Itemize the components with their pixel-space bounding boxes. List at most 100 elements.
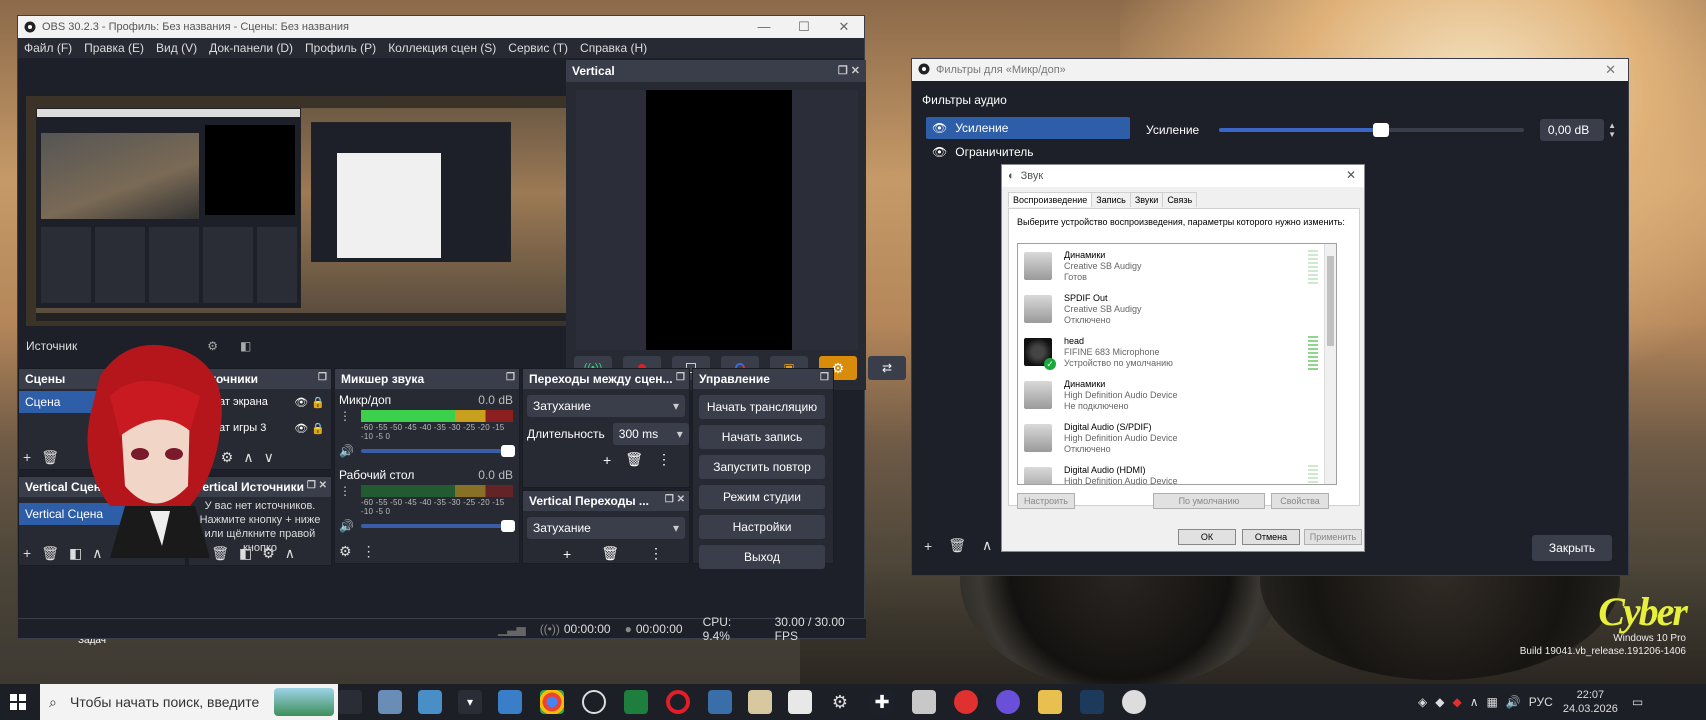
obs-titlebar[interactable]: OBS 30.2.3 - Профиль: Без названия - Сце… <box>18 16 864 38</box>
eye-icon[interactable]: 👁 🔒 <box>294 396 325 409</box>
device-item[interactable]: Динамики Creative SB Audigy Готов <box>1018 244 1336 287</box>
transition-select[interactable]: Затухание <box>527 395 685 417</box>
tray-icon[interactable]: ◆ <box>1452 695 1461 709</box>
menu-file[interactable]: Файл (F) <box>24 41 72 55</box>
close-button[interactable]: ✕ <box>1346 168 1356 182</box>
start-streaming-button[interactable]: Начать трансляцию <box>699 395 825 419</box>
opera-icon[interactable] <box>666 690 690 714</box>
device-item[interactable]: Динамики High Definition Audio Device Не п… <box>1018 373 1336 416</box>
set-default-button[interactable]: По умолчанию <box>1153 493 1265 509</box>
exit-button[interactable]: Выход <box>699 545 825 569</box>
close-button[interactable]: ✕ <box>1605 62 1616 78</box>
menu-help[interactable]: Справка (H) <box>580 41 647 55</box>
cancel-button[interactable]: Отмена <box>1242 529 1300 545</box>
tab-playback[interactable]: Воспроизведение <box>1008 191 1093 207</box>
obs-taskbar-icon[interactable] <box>582 690 606 714</box>
properties-button[interactable]: Свойства <box>1271 493 1329 509</box>
minimize-button[interactable]: — <box>744 16 784 38</box>
filter-icon[interactable]: ◧ <box>239 545 252 562</box>
eye-icon[interactable]: 👁 <box>932 145 947 159</box>
calculator-icon[interactable] <box>708 690 732 714</box>
chrome-icon[interactable] <box>540 690 564 714</box>
add-icon[interactable]: + <box>924 538 932 554</box>
notifications-icon[interactable]: ▭ <box>1632 695 1643 709</box>
device-list-scrollbar[interactable] <box>1324 244 1336 484</box>
media-icon[interactable] <box>912 690 936 714</box>
ok-button[interactable]: ОК <box>1178 529 1236 545</box>
add-icon[interactable]: + <box>603 452 611 468</box>
sound-titlebar[interactable]: ◐ Звук ✕ <box>1002 165 1364 187</box>
delete-icon[interactable]: 🗑 <box>625 451 643 468</box>
fox-app-icon[interactable]: ▾ <box>458 690 482 714</box>
volume-icon[interactable]: 🔊 <box>1506 695 1521 709</box>
speaker-icon[interactable]: 🔊 <box>339 519 361 533</box>
steam-icon[interactable] <box>1080 690 1104 714</box>
delete-icon[interactable]: 🗑 <box>41 449 59 466</box>
gear-icon[interactable]: ⚙ <box>262 545 275 562</box>
yandex-icon[interactable] <box>954 690 978 714</box>
menu-profile[interactable]: Профиль (P) <box>305 41 376 55</box>
tab-sounds[interactable]: Звуки <box>1129 191 1164 207</box>
app-icon[interactable] <box>418 690 442 714</box>
tray-icon[interactable]: ◈ <box>1418 695 1427 709</box>
device-item[interactable]: ✓ head FIFINE 683 Microphone Устройство по … <box>1018 330 1336 373</box>
delete-icon[interactable]: 🗑 <box>601 545 619 562</box>
app-icon[interactable]: ✚ <box>870 690 894 714</box>
app-icon[interactable] <box>788 690 812 714</box>
tab-recording[interactable]: Запись <box>1091 191 1131 207</box>
add-icon[interactable]: + <box>23 449 31 465</box>
main-preview[interactable] <box>26 96 582 326</box>
app-icon[interactable] <box>378 690 402 714</box>
down-icon[interactable]: ∨ <box>264 449 274 466</box>
volume-slider[interactable] <box>361 445 515 457</box>
gain-value-input[interactable]: 0,00 dB <box>1539 119 1605 141</box>
speaker-icon[interactable]: 🔊 <box>339 444 361 458</box>
eye-icon[interactable]: 👁 <box>932 117 947 139</box>
menu-edit[interactable]: Правка (E) <box>84 41 144 55</box>
menu-view[interactable]: Вид (V) <box>156 41 197 55</box>
app-icon[interactable] <box>1122 690 1146 714</box>
configure-button[interactable]: Настроить <box>1017 493 1075 509</box>
vertical-preview[interactable] <box>576 90 858 350</box>
filter-item-limiter[interactable]: 👁 Ограничитель <box>926 141 1130 163</box>
more-icon[interactable]: ⋮ <box>339 484 361 498</box>
dock-float-icon[interactable]: ❐ ✕ <box>838 64 860 77</box>
start-recording-button[interactable]: Начать запись <box>699 425 825 449</box>
folder-icon[interactable] <box>1038 690 1062 714</box>
filter-item-gain[interactable]: 👁 Усиление <box>926 117 1130 139</box>
more-icon[interactable]: ⋮ <box>339 409 361 423</box>
clock[interactable]: 22:07 24.03.2026 <box>1563 688 1618 716</box>
apply-button[interactable]: Применить <box>1304 529 1362 545</box>
add-icon[interactable]: + <box>563 546 571 562</box>
more-icon[interactable]: ⋮ <box>657 451 671 468</box>
menu-tools[interactable]: Сервис (T) <box>508 41 568 55</box>
vertical-link-icon[interactable]: ⇄ <box>868 356 906 380</box>
app-icon[interactable] <box>498 690 522 714</box>
settings-button[interactable]: Настройки <box>699 515 825 539</box>
eye-icon[interactable]: 👁 🔒 <box>294 422 325 435</box>
volume-slider[interactable] <box>361 520 515 532</box>
vertical-transition-select[interactable]: Затухание <box>527 517 685 539</box>
gain-slider-knob[interactable] <box>1372 123 1389 137</box>
network-icon[interactable]: ▦ <box>1487 695 1498 709</box>
source-filters-icon[interactable]: ◧ <box>240 339 251 353</box>
notepad-icon[interactable] <box>748 690 772 714</box>
device-item[interactable]: Digital Audio (S/PDIF) High Definition Au… <box>1018 416 1336 459</box>
more-icon[interactable]: ⋮ <box>649 545 663 562</box>
duration-input[interactable]: 300 ms <box>612 423 689 445</box>
task-view-icon[interactable] <box>338 690 362 714</box>
device-item[interactable]: SPDIF Out Creative SB Audigy Отключено <box>1018 287 1336 330</box>
start-windows-icon[interactable] <box>10 694 26 710</box>
up-icon[interactable]: ∧ <box>982 537 992 554</box>
up-icon[interactable]: ∧ <box>285 545 295 562</box>
more-icon[interactable]: ⋮ <box>362 543 376 560</box>
gear-icon[interactable]: ⚙ <box>339 543 352 560</box>
language-indicator[interactable]: РУС <box>1529 695 1553 709</box>
close-filters-button[interactable]: Закрыть <box>1532 535 1612 561</box>
device-item[interactable]: Digital Audio (HDMI) High Definition Audi… <box>1018 459 1336 484</box>
menu-docks[interactable]: Док-панели (D) <box>209 41 293 55</box>
delete-icon[interactable]: 🗑 <box>948 537 966 554</box>
taskbar-search[interactable]: ⌕ Чтобы начать поиск, введите <box>40 684 338 720</box>
maximize-button[interactable]: ☐ <box>784 16 824 38</box>
menu-scene-collection[interactable]: Коллекция сцен (S) <box>388 41 496 55</box>
